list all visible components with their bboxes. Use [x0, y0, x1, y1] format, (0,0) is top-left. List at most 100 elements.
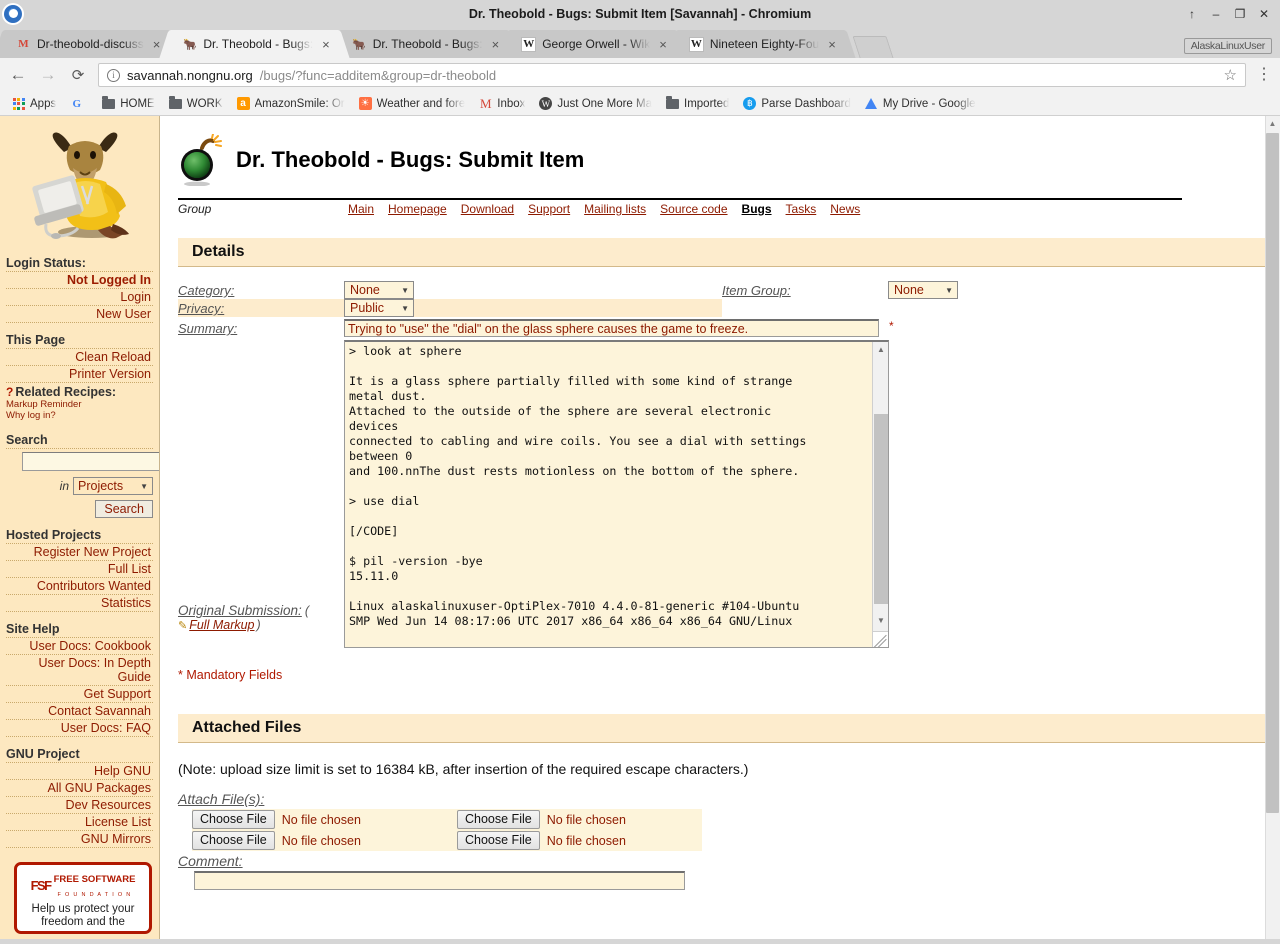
- minimize-icon[interactable]: –: [1210, 8, 1222, 20]
- full-markup-link[interactable]: Full Markup: [189, 618, 254, 632]
- comment-input[interactable]: [194, 871, 685, 890]
- user-profile-badge[interactable]: AlaskaLinuxUser: [1184, 38, 1272, 54]
- bookmark-justonemoremaker[interactable]: W Just One More Ma: [533, 95, 658, 112]
- browser-tab[interactable]: W Nineteen Eighty-Fou ×: [677, 30, 845, 58]
- tab-close-icon[interactable]: ×: [319, 37, 333, 52]
- related-recipes-heading: ? Related Recipes:: [6, 385, 153, 399]
- page-scrollbar-thumb[interactable]: [1266, 133, 1279, 813]
- item-group-select[interactable]: None ▼: [888, 281, 958, 299]
- sidebar-item-all-gnu-packages[interactable]: All GNU Packages: [6, 780, 153, 797]
- sidebar: Login Status: Not Logged In Login New Us…: [0, 116, 160, 939]
- bookmark-apps[interactable]: Apps: [6, 95, 62, 112]
- back-icon[interactable]: ←: [8, 65, 28, 85]
- nav-link-bugs[interactable]: Bugs: [742, 202, 772, 216]
- nav-link-mailing-lists[interactable]: Mailing lists: [584, 202, 646, 216]
- sidebar-item-why-log-in[interactable]: Why log in?: [6, 410, 153, 421]
- browser-tab[interactable]: W George Orwell - Wik ×: [509, 30, 676, 58]
- reload-icon[interactable]: ⟳: [68, 66, 88, 84]
- tab-close-icon[interactable]: ×: [825, 37, 839, 52]
- gnu-icon: 🐂: [182, 37, 197, 52]
- group-nav-wrapper: Group Main Homepage Download Support Mai…: [178, 198, 1182, 216]
- bookmark-my-drive[interactable]: My Drive - Google: [859, 95, 982, 112]
- textarea-scrollbar[interactable]: ▲ ▼: [872, 342, 888, 647]
- site-info-icon[interactable]: i: [107, 69, 120, 82]
- bookmark-parse-dashboard[interactable]: ฿ Parse Dashboard: [737, 95, 857, 112]
- close-icon[interactable]: ✕: [1258, 8, 1270, 20]
- sidebar-item-contact-savannah[interactable]: Contact Savannah: [6, 703, 153, 720]
- wordpress-icon: W: [539, 97, 552, 110]
- details-form: Category: None ▼ Item Group: None ▼: [178, 281, 1268, 648]
- bookmark-label: AmazonSmile: Or: [255, 98, 345, 110]
- bookmark-home[interactable]: HOME: [96, 95, 161, 112]
- scrollbar-thumb[interactable]: [874, 414, 888, 604]
- scroll-up-icon[interactable]: ▲: [873, 342, 889, 356]
- bookmark-weather[interactable]: ☀ Weather and fore: [353, 95, 472, 112]
- bookmark-imported[interactable]: Imported: [660, 95, 735, 112]
- category-select[interactable]: None ▼: [344, 281, 414, 299]
- nav-link-news[interactable]: News: [830, 202, 860, 216]
- scroll-up-icon[interactable]: ▲: [1266, 116, 1279, 131]
- nav-link-tasks[interactable]: Tasks: [786, 202, 817, 216]
- sidebar-item-markup-reminder[interactable]: Markup Reminder: [6, 399, 153, 410]
- choose-file-button[interactable]: Choose File: [192, 810, 275, 829]
- bookmark-amazonsmile[interactable]: a AmazonSmile: Or: [231, 95, 351, 112]
- nav-link-download[interactable]: Download: [461, 202, 514, 216]
- privacy-select[interactable]: Public ▼: [344, 299, 414, 317]
- scroll-down-icon[interactable]: ▼: [873, 613, 889, 627]
- search-input[interactable]: [22, 452, 160, 471]
- sidebar-item-gnu-mirrors[interactable]: GNU Mirrors: [6, 831, 153, 848]
- search-button[interactable]: Search: [95, 500, 153, 518]
- bookmark-work[interactable]: WORK: [163, 95, 229, 112]
- choose-file-button[interactable]: Choose File: [457, 831, 540, 850]
- sidebar-item-user-docs-cookbook[interactable]: User Docs: Cookbook: [6, 638, 153, 655]
- address-bar[interactable]: i savannah.nongnu.org/bugs/?func=additem…: [98, 63, 1246, 87]
- browser-tab-active[interactable]: 🐂 Dr. Theobold - Bugs: ×: [170, 30, 338, 58]
- sidebar-item-login[interactable]: Login: [6, 289, 153, 306]
- original-submission-textarea[interactable]: > look at sphere It is a glass sphere pa…: [344, 340, 889, 648]
- nav-link-source-code[interactable]: Source code: [660, 202, 727, 216]
- search-scope-select[interactable]: Projects ▼: [73, 477, 153, 495]
- textarea-resize-grip[interactable]: [872, 631, 888, 647]
- file-input-1[interactable]: Choose File No file chosen: [192, 809, 457, 830]
- sidebar-item-user-docs-in-depth-guide[interactable]: User Docs: In Depth Guide: [6, 655, 153, 686]
- sidebar-item-user-docs-faq[interactable]: User Docs: FAQ: [6, 720, 153, 737]
- nav-link-support[interactable]: Support: [528, 202, 570, 216]
- apps-grid-icon: [12, 97, 25, 110]
- bookmark-star-icon[interactable]: ☆: [1224, 66, 1237, 84]
- sidebar-item-printer-version[interactable]: Printer Version: [6, 366, 153, 383]
- sidebar-item-new-user[interactable]: New User: [6, 306, 153, 323]
- nav-link-main[interactable]: Main: [348, 202, 374, 216]
- browser-tab[interactable]: 🐂 Dr. Theobold - Bugs: ×: [340, 30, 508, 58]
- sidebar-item-license-list[interactable]: License List: [6, 814, 153, 831]
- bookmark-google[interactable]: G: [64, 95, 94, 112]
- page-scrollbar[interactable]: ▲: [1265, 116, 1280, 939]
- sidebar-item-help-gnu[interactable]: Help GNU: [6, 763, 153, 780]
- url-path: /bugs/?func=additem&group=dr-theobold: [260, 68, 496, 83]
- bookmark-inbox[interactable]: M Inbox: [473, 95, 531, 112]
- sidebar-item-statistics[interactable]: Statistics: [6, 595, 153, 612]
- sidebar-item-register-new-project[interactable]: Register New Project: [6, 544, 153, 561]
- new-tab-button[interactable]: [852, 36, 893, 58]
- browser-tab[interactable]: M Dr-theobold-discuss ×: [4, 30, 169, 58]
- sidebar-item-get-support[interactable]: Get Support: [6, 686, 153, 703]
- sidebar-item-clean-reload[interactable]: Clean Reload: [6, 349, 153, 366]
- bookmark-label: WORK: [187, 98, 223, 110]
- sidebar-item-dev-resources[interactable]: Dev Resources: [6, 797, 153, 814]
- summary-input[interactable]: [344, 319, 879, 337]
- restore-icon[interactable]: ↑: [1186, 8, 1198, 20]
- page-viewport: Login Status: Not Logged In Login New Us…: [0, 116, 1280, 939]
- chrome-menu-icon[interactable]: ⋮: [1256, 70, 1272, 80]
- maximize-icon[interactable]: ❐: [1234, 8, 1246, 20]
- choose-file-button[interactable]: Choose File: [192, 831, 275, 850]
- forward-icon[interactable]: →: [38, 65, 58, 85]
- tab-close-icon[interactable]: ×: [656, 37, 670, 52]
- file-input-4[interactable]: Choose File No file chosen: [457, 830, 702, 851]
- file-input-3[interactable]: Choose File No file chosen: [192, 830, 457, 851]
- page-title: Dr. Theobold - Bugs: Submit Item: [236, 147, 584, 173]
- sidebar-item-full-list[interactable]: Full List: [6, 561, 153, 578]
- file-input-2[interactable]: Choose File No file chosen: [457, 809, 702, 830]
- choose-file-button[interactable]: Choose File: [457, 810, 540, 829]
- nav-link-homepage[interactable]: Homepage: [388, 202, 447, 216]
- fsf-promo-box[interactable]: FSF FREE SOFTWARE F O U N D A T I O N He…: [14, 862, 152, 934]
- sidebar-item-contributors-wanted[interactable]: Contributors Wanted: [6, 578, 153, 595]
